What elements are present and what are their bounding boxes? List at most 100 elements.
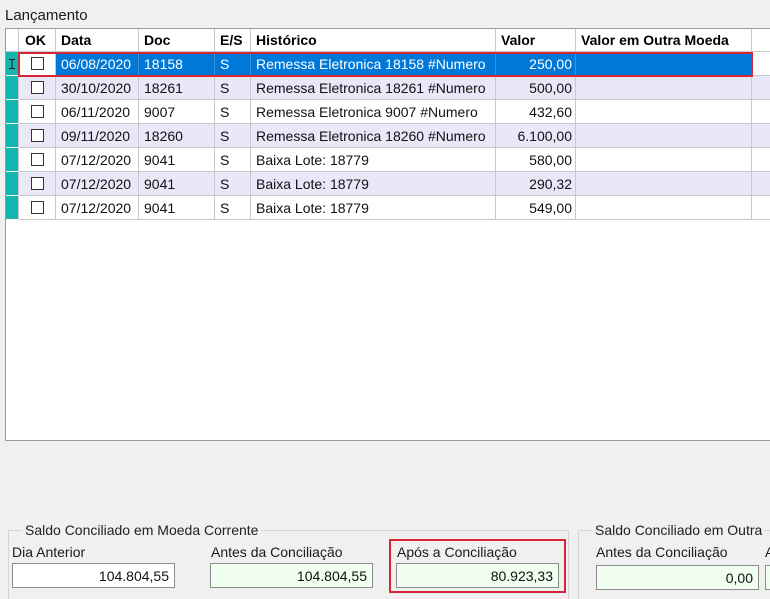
cell-valor: 250,00 [496, 52, 576, 76]
cell-data: 06/08/2020 [56, 52, 139, 76]
label-dia-anterior: Dia Anterior [12, 544, 86, 560]
column-header-ok[interactable]: OK [19, 29, 56, 52]
next-field-label-partial: A [765, 544, 770, 560]
cell-doc: 18260 [139, 124, 215, 148]
cell-es: S [215, 148, 251, 172]
next-field-partial[interactable] [765, 565, 770, 590]
cell-ok[interactable] [19, 52, 56, 76]
ok-checkbox[interactable] [30, 81, 44, 94]
ok-checkbox[interactable] [30, 201, 44, 214]
cell-ok[interactable] [19, 196, 56, 220]
cell-filler [752, 76, 770, 100]
cell-valor-outra-moeda [576, 76, 752, 100]
cell-ok[interactable] [19, 148, 56, 172]
cell-valor: 290,32 [496, 172, 576, 196]
table-row[interactable]: 09/11/2020 18260 S Remessa Eletronica 18260… [6, 124, 770, 148]
cell-valor-outra-moeda [576, 52, 752, 76]
cell-valor-outra-moeda [576, 148, 752, 172]
row-indicator-cell [6, 52, 19, 76]
cell-es: S [215, 196, 251, 220]
cell-data: 07/12/2020 [56, 172, 139, 196]
label-outra-antes-da-conciliacao: Antes da Conciliação [596, 544, 728, 560]
row-indicator-cell [6, 100, 19, 124]
grid-body: 06/08/2020 18158 S Remessa Eletronica 18158… [6, 52, 770, 220]
cell-filler [752, 52, 770, 76]
cell-doc: 18158 [139, 52, 215, 76]
ok-checkbox[interactable] [30, 57, 44, 70]
cell-ok[interactable] [19, 100, 56, 124]
column-header-filler [752, 29, 770, 52]
cell-ok[interactable] [19, 76, 56, 100]
cell-doc: 9041 [139, 196, 215, 220]
column-header-es[interactable]: E/S [215, 29, 251, 52]
cell-historico: Baixa Lote: 18779 [251, 148, 496, 172]
cell-valor-outra-moeda [576, 100, 752, 124]
cell-filler [752, 124, 770, 148]
cell-valor: 580,00 [496, 148, 576, 172]
cell-historico: Remessa Eletronica 18158 #Numero [251, 52, 496, 76]
column-header-valor[interactable]: Valor [496, 29, 576, 52]
cell-data: 06/11/2020 [56, 100, 139, 124]
cell-doc: 9007 [139, 100, 215, 124]
cell-doc: 9041 [139, 148, 215, 172]
table-row[interactable]: 06/08/2020 18158 S Remessa Eletronica 18158… [6, 52, 770, 76]
row-indicator-cell [6, 172, 19, 196]
table-row[interactable]: 07/12/2020 9041 S Baixa Lote: 18779 549,00 [6, 196, 770, 220]
cell-valor: 549,00 [496, 196, 576, 220]
cell-valor-outra-moeda [576, 196, 752, 220]
cell-es: S [215, 172, 251, 196]
ok-checkbox[interactable] [30, 105, 44, 118]
row-indicator-cell [6, 148, 19, 172]
insert-cursor-icon [9, 58, 15, 69]
grid-header-row: OK Data Doc E/S Histórico Valor Valor em… [6, 29, 770, 52]
cell-valor-outra-moeda [576, 172, 752, 196]
cell-ok[interactable] [19, 124, 56, 148]
ok-checkbox[interactable] [30, 129, 44, 142]
cell-historico: Remessa Eletronica 18260 #Numero [251, 124, 496, 148]
cell-filler [752, 196, 770, 220]
cell-historico: Baixa Lote: 18779 [251, 196, 496, 220]
column-header-data[interactable]: Data [56, 29, 139, 52]
cell-filler [752, 172, 770, 196]
outra-antes-da-conciliacao-field[interactable] [596, 565, 759, 590]
label-apos-a-conciliacao: Após a Conciliação [397, 544, 517, 560]
label-antes-da-conciliacao: Antes da Conciliação [211, 544, 343, 560]
table-row[interactable]: 07/12/2020 9041 S Baixa Lote: 18779 580,00 [6, 148, 770, 172]
cell-filler [752, 148, 770, 172]
cell-valor: 500,00 [496, 76, 576, 100]
cell-historico: Remessa Eletronica 9007 #Numero [251, 100, 496, 124]
row-indicator-cell [6, 124, 19, 148]
row-indicator-cell [6, 196, 19, 220]
table-row[interactable]: 07/12/2020 9041 S Baixa Lote: 18779 290,32 [6, 172, 770, 196]
cell-doc: 9041 [139, 172, 215, 196]
cell-es: S [215, 52, 251, 76]
apos-a-conciliacao-field[interactable] [396, 563, 559, 588]
column-header-historico[interactable]: Histórico [251, 29, 496, 52]
cell-valor: 432,60 [496, 100, 576, 124]
row-indicator-cell [6, 76, 19, 100]
table-row[interactable]: 06/11/2020 9007 S Remessa Eletronica 9007 #… [6, 100, 770, 124]
antes-da-conciliacao-field[interactable] [210, 563, 373, 588]
cell-ok[interactable] [19, 172, 56, 196]
column-header-doc[interactable]: Doc [139, 29, 215, 52]
header-indicator-cell [6, 29, 19, 52]
table-row[interactable]: 30/10/2020 18261 S Remessa Eletronica 18261… [6, 76, 770, 100]
groupbox-legend-outra-moeda: Saldo Conciliado em Outra [592, 522, 766, 538]
ok-checkbox[interactable] [30, 177, 44, 190]
section-label-lancamento: Lançamento [5, 7, 88, 24]
lancamentos-grid[interactable]: OK Data Doc E/S Histórico Valor Valor em… [5, 28, 770, 441]
cell-historico: Remessa Eletronica 18261 #Numero [251, 76, 496, 100]
cell-filler [752, 100, 770, 124]
dia-anterior-field[interactable] [12, 563, 175, 588]
column-header-valor-outra-moeda[interactable]: Valor em Outra Moeda [576, 29, 752, 52]
ok-checkbox[interactable] [30, 153, 44, 166]
cell-data: 07/12/2020 [56, 148, 139, 172]
cell-data: 09/11/2020 [56, 124, 139, 148]
cell-data: 30/10/2020 [56, 76, 139, 100]
cell-es: S [215, 76, 251, 100]
groupbox-legend-moeda-corrente: Saldo Conciliado em Moeda Corrente [22, 522, 262, 538]
cell-historico: Baixa Lote: 18779 [251, 172, 496, 196]
cell-valor-outra-moeda [576, 124, 752, 148]
cell-es: S [215, 100, 251, 124]
cell-data: 07/12/2020 [56, 196, 139, 220]
